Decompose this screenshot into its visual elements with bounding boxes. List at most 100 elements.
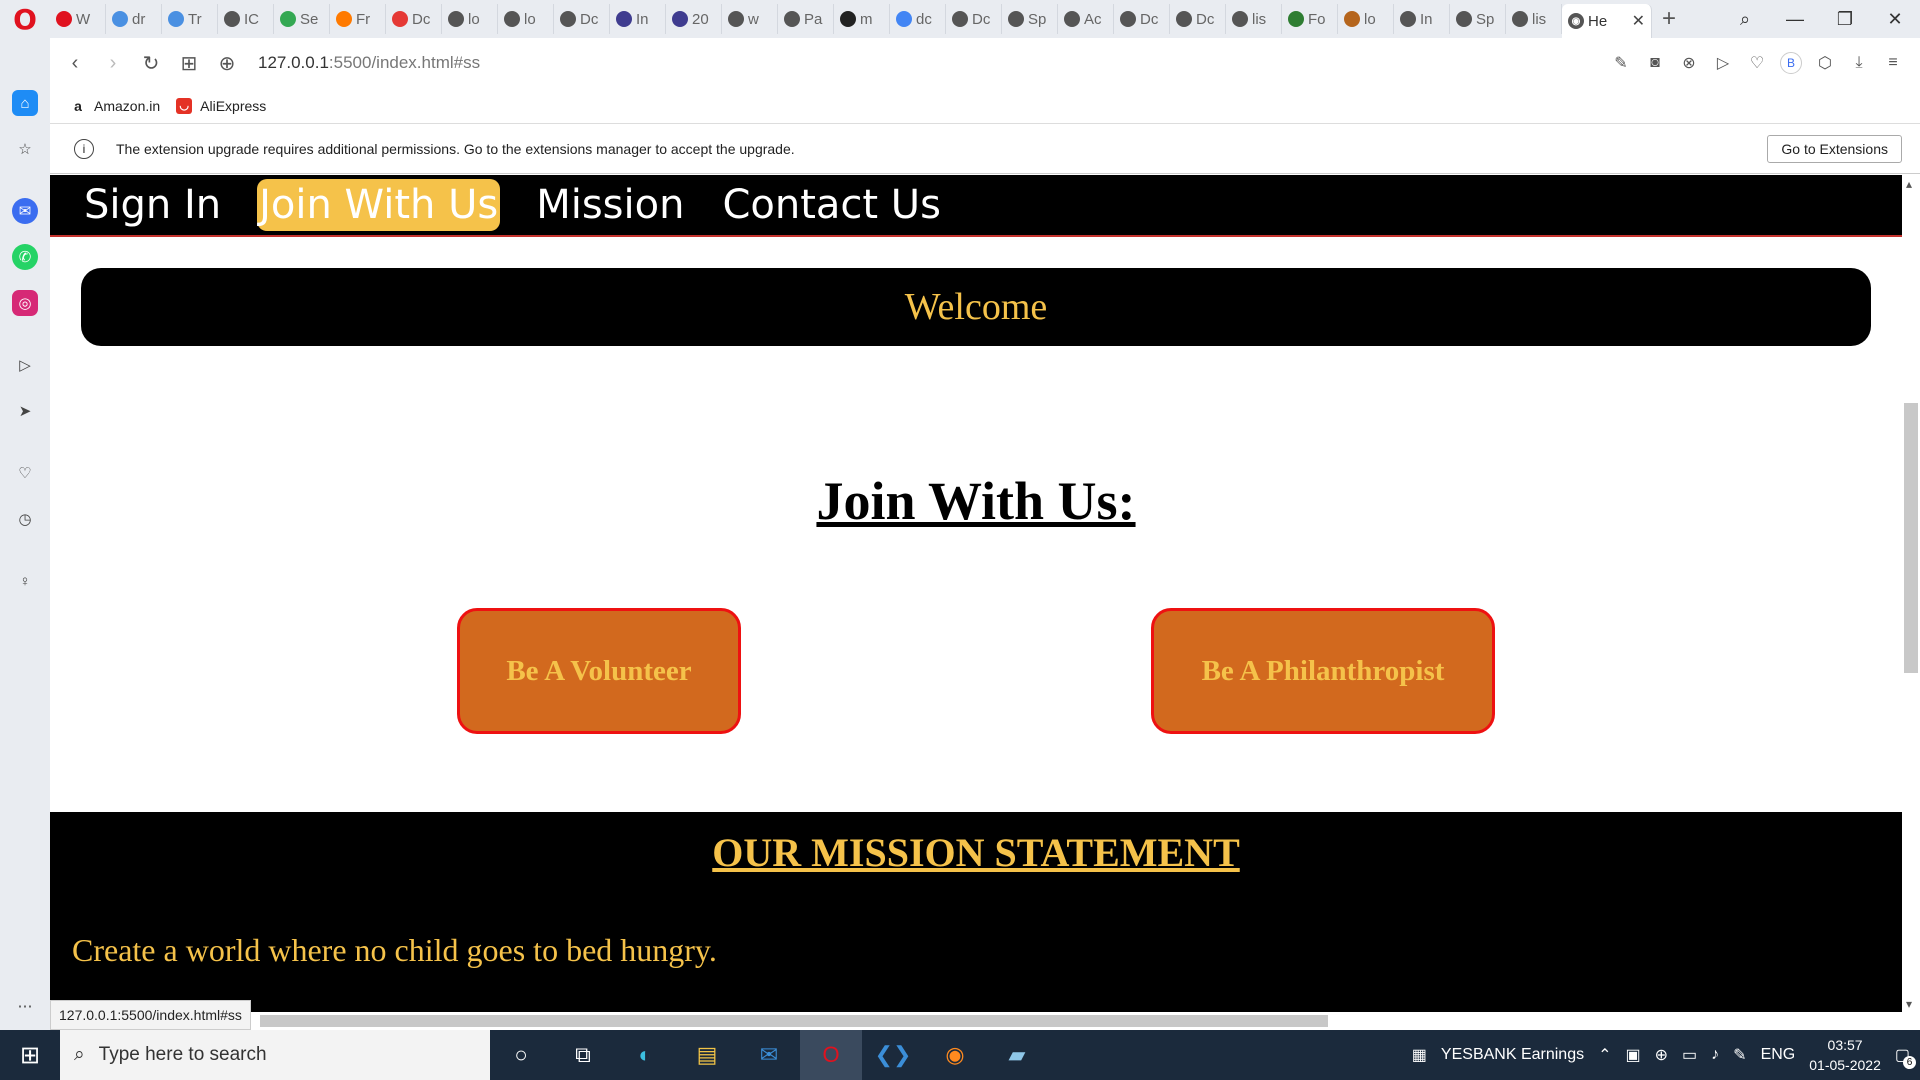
tab[interactable]: lo <box>498 4 554 34</box>
tab[interactable]: Sp <box>1002 4 1058 34</box>
tab[interactable]: m <box>834 4 890 34</box>
language-indicator[interactable]: ENG <box>1761 1046 1796 1064</box>
tab[interactable]: In <box>1394 4 1450 34</box>
more-icon[interactable]: ⋯ <box>12 993 38 1019</box>
close-tab-icon[interactable]: ✕ <box>1632 11 1645 31</box>
mission-section: OUR MISSION STATEMENT Create a world whe… <box>50 812 1902 1015</box>
tab[interactable]: lis <box>1506 4 1562 34</box>
menu-icon[interactable]: ≡ <box>1882 54 1904 72</box>
tab[interactable]: Tr <box>162 4 218 34</box>
nav-contact-us[interactable]: Contact Us <box>720 179 942 231</box>
nav-join-with-us[interactable]: Join With Us <box>257 179 501 231</box>
search-tabs-icon[interactable]: ⌕ <box>1720 0 1770 38</box>
tabs-grid-icon[interactable]: ⊞ <box>170 51 208 76</box>
taskbar-search[interactable]: ⌕ Type here to search <box>60 1030 490 1080</box>
player-icon[interactable]: ▷ <box>12 352 38 378</box>
news-widget-text[interactable]: YESBANK Earnings <box>1441 1046 1584 1064</box>
philanthropist-button[interactable]: Be A Philanthropist <box>1151 608 1495 734</box>
news-widget-icon[interactable]: ▦ <box>1412 1045 1427 1065</box>
tab[interactable]: Ac <box>1058 4 1114 34</box>
tab[interactable]: Dc <box>1114 4 1170 34</box>
block-icon[interactable]: ⊗ <box>1678 53 1700 73</box>
meet-icon[interactable]: ▣ <box>1626 1045 1641 1065</box>
volunteer-button[interactable]: Be A Volunteer <box>457 608 741 734</box>
scroll-up-icon[interactable]: ▴ <box>1906 177 1912 191</box>
mail-icon[interactable]: ✉ <box>738 1030 800 1080</box>
new-tab-button[interactable]: + <box>1652 5 1686 33</box>
camera-icon[interactable]: ◙ <box>1644 54 1666 72</box>
vertical-scroll-thumb[interactable] <box>1904 403 1918 673</box>
home-icon[interactable]: ⌂ <box>12 90 38 116</box>
tab[interactable]: dc <box>890 4 946 34</box>
tab[interactable]: Se <box>274 4 330 34</box>
messenger-icon[interactable]: ✉ <box>12 198 38 224</box>
tab[interactable]: 20 <box>666 4 722 34</box>
windows-start-icon[interactable]: ⊞ <box>0 1030 60 1080</box>
task-view-icon[interactable]: ⧉ <box>552 1030 614 1080</box>
reload-icon[interactable]: ↻ <box>132 51 170 76</box>
tab[interactable]: Dc <box>946 4 1002 34</box>
edit-icon[interactable]: ✎ <box>1610 53 1632 73</box>
tab[interactable]: Pa <box>778 4 834 34</box>
horizontal-scroll-thumb[interactable] <box>260 1015 1328 1027</box>
tab[interactable]: lo <box>1338 4 1394 34</box>
opera-menu-icon[interactable]: O <box>0 0 50 38</box>
network-globe-icon[interactable]: ⊕ <box>1655 1045 1668 1065</box>
lightbulb-icon[interactable]: ♀ <box>12 568 38 594</box>
heart-icon[interactable]: ♡ <box>12 460 38 486</box>
vertical-scrollbar[interactable]: ▴ ▾ <box>1902 175 1920 1015</box>
forward-icon[interactable]: › <box>94 52 132 75</box>
cube-icon[interactable]: ⬡ <box>1814 53 1836 73</box>
opera-taskbar-icon[interactable]: O <box>800 1030 862 1080</box>
tab-active[interactable]: ◉ He ✕ <box>1562 4 1652 38</box>
tab[interactable]: dr <box>106 4 162 34</box>
tab[interactable]: In <box>610 4 666 34</box>
minimize-icon[interactable]: — <box>1770 0 1820 38</box>
url-path: :5500/index.html#ss <box>328 53 481 72</box>
notifications-icon[interactable]: ▢ 6 <box>1895 1045 1916 1069</box>
profile-avatar[interactable]: B <box>1780 52 1802 74</box>
tab[interactable]: lis <box>1226 4 1282 34</box>
history-icon[interactable]: ◷ <box>12 506 38 532</box>
restore-icon[interactable]: ❐ <box>1820 0 1870 38</box>
bookmark-amazon[interactable]: a Amazon.in <box>70 98 160 114</box>
url-field[interactable]: 127.0.0.1:5500/index.html#ss <box>258 53 480 73</box>
nav-mission[interactable]: Mission <box>534 179 686 231</box>
tab[interactable]: Dc <box>554 4 610 34</box>
favorite-icon[interactable]: ♡ <box>1746 53 1768 73</box>
tab[interactable]: Dc <box>1170 4 1226 34</box>
tab[interactable]: Dc <box>386 4 442 34</box>
cortana-icon[interactable]: ○ <box>490 1030 552 1080</box>
back-icon[interactable]: ‹ <box>56 52 94 75</box>
whatsapp-icon[interactable]: ✆ <box>12 244 38 270</box>
volume-icon[interactable]: ♪ <box>1711 1046 1719 1064</box>
pen-icon[interactable]: ✎ <box>1733 1045 1746 1065</box>
horizontal-scrollbar[interactable] <box>50 1012 1902 1030</box>
site-info-icon[interactable]: ⊕ <box>208 51 246 76</box>
file-explorer-icon[interactable]: ▤ <box>676 1030 738 1080</box>
bookmark-aliexpress[interactable]: ◡ AliExpress <box>176 97 266 114</box>
flow-icon[interactable]: ▷ <box>1712 53 1734 73</box>
vscode-icon[interactable]: ❮❯ <box>862 1030 924 1080</box>
chevron-up-icon[interactable]: ⌃ <box>1598 1045 1611 1065</box>
battery-icon[interactable]: ▭ <box>1682 1045 1697 1065</box>
tab[interactable]: Sp <box>1450 4 1506 34</box>
go-to-extensions-button[interactable]: Go to Extensions <box>1767 135 1902 163</box>
tab[interactable]: W <box>50 4 106 34</box>
tab[interactable]: Fr <box>330 4 386 34</box>
clock[interactable]: 03:57 01-05-2022 <box>1809 1035 1881 1075</box>
edge-icon[interactable]: ◐ <box>614 1030 676 1080</box>
firefox-icon[interactable]: ◉ <box>924 1030 986 1080</box>
tab[interactable]: w <box>722 4 778 34</box>
send-icon[interactable]: ➤ <box>12 398 38 424</box>
tab[interactable]: IC <box>218 4 274 34</box>
tab[interactable]: lo <box>442 4 498 34</box>
speed-dial-icon[interactable]: ☆ <box>12 136 38 162</box>
download-icon[interactable]: ⤓ <box>1848 54 1870 72</box>
close-window-icon[interactable]: ✕ <box>1870 0 1920 38</box>
nav-sign-in[interactable]: Sign In <box>82 179 223 231</box>
instagram-icon[interactable]: ◎ <box>12 290 38 316</box>
tab[interactable]: Fo <box>1282 4 1338 34</box>
notepad-icon[interactable]: ▰ <box>986 1030 1048 1080</box>
scroll-down-icon[interactable]: ▾ <box>1906 997 1912 1011</box>
